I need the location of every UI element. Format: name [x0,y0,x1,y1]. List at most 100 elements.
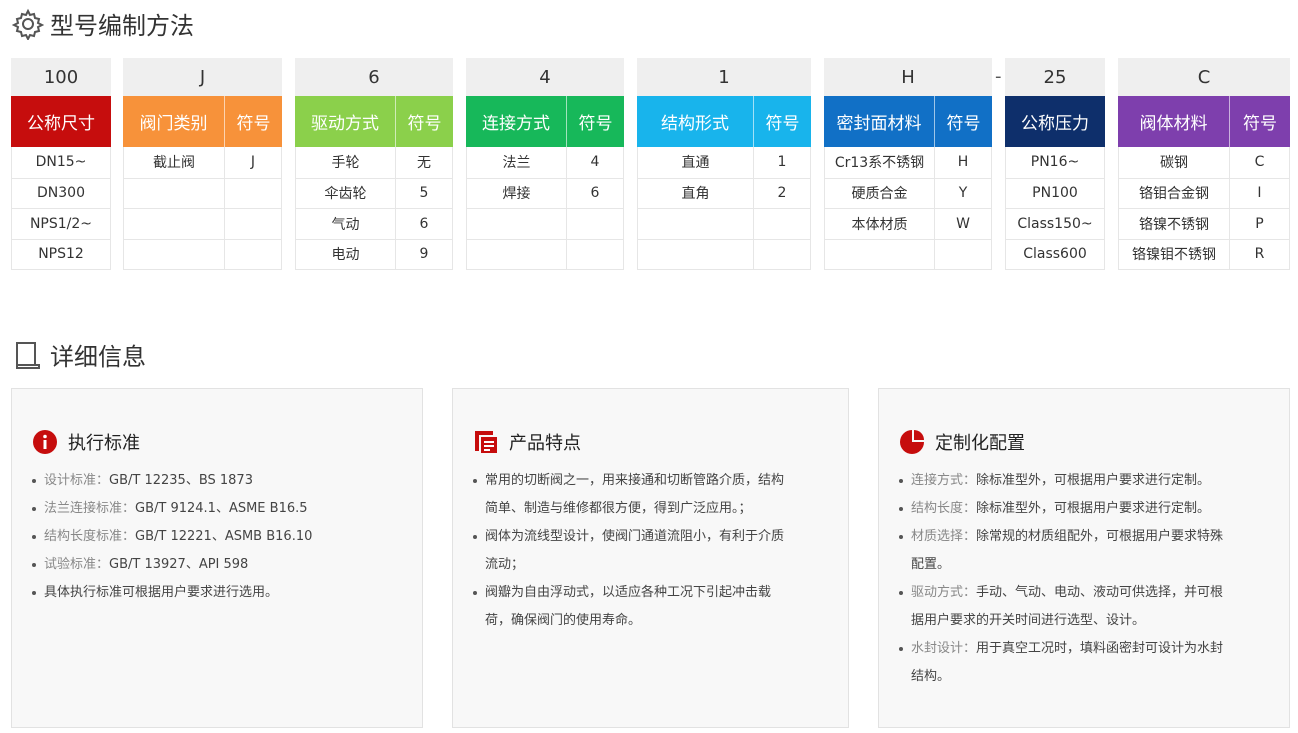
option-cell: 法兰 [502,155,531,172]
symbol-header: 符号 [753,96,811,147]
table-row: DN15~ [12,147,110,178]
section-heading: 型号编制方法 [50,12,194,40]
column-header-row: 公称压力 [1005,96,1105,147]
table-row: 焊接 6 [467,177,623,208]
option-cell: 焊接 [502,186,531,203]
table-row: 伞齿轮 5 [296,177,452,208]
list-item: 常用的切断阀之一，用来接通和切断管路介质，结构 [473,467,784,495]
symbol-cell: 5 [395,178,452,208]
symbol-header: 符号 [566,96,624,147]
list-item: 试验标准：GB/T 13927、API 598 [32,551,312,579]
list-item: 驱动方式：手动、气动、电动、液动可供选择，并可根 [899,579,1223,607]
column-header: 阀门类别 [123,96,224,147]
option-cell: 气动 [331,216,360,233]
symbol-header: 符号 [934,96,992,147]
table-row: DN300 [12,177,110,209]
table-row: 电动 9 [296,238,452,269]
symbol-cell [566,239,623,269]
symbol-cell: 2 [753,178,810,208]
table-row: 直角 2 [638,177,810,208]
option-cell [124,179,224,209]
table-row: 铬镍不锈钢 P [1119,208,1289,239]
item-text: 阀体为流线型设计，使阀门通道流阻小，有利于介质 [485,529,785,544]
card-title-text: 执行标准 [68,433,140,454]
symbol-cell: 6 [395,209,452,239]
option-cell [638,240,753,270]
option-cell: 截止阀 [153,155,195,172]
option-cell: NPS12 [38,246,84,263]
item-text: 据用户要求的开关时间进行选型、设计。 [911,613,1146,628]
table-row: PN16~ [1006,147,1104,178]
option-cell [124,209,224,239]
symbol-cell [753,239,810,269]
column-header: 公称压力 [1005,96,1105,147]
table-row: 截止阀 J [124,147,281,178]
list-item: 荷，确保阀门的使用寿命。 [473,607,784,635]
code-block: J 阀门类别 符号 截止阀 J [123,58,282,270]
option-cell: PN16~ [1030,154,1080,171]
item-text: 流动； [485,557,525,572]
card-title: 产品特点 [473,429,581,455]
card-title: 执行标准 [32,429,140,455]
card-list: 设计标准：GB/T 12235、BS 1873 法兰连接标准：GB/T 9124.… [32,467,312,607]
list-item: 配置。 [899,551,1223,579]
column-header-row: 阀门类别 符号 [123,96,282,147]
option-cell: 铬钼合金钢 [1139,186,1209,203]
code-rows: PN16~ PN100 Class150~ Class600 [1005,147,1105,270]
table-row: Class600 [1006,238,1104,270]
item-text: 简单、制造与维修都很方便，得到广泛应用。； [485,501,752,516]
symbol-cell [224,178,281,208]
list-item: 流动； [473,551,784,579]
list-item: 结构。 [899,663,1223,691]
symbol-cell: 9 [395,239,452,269]
table-row [638,238,810,270]
symbol-header: 符号 [1229,96,1290,147]
code-block: 6 驱动方式 符号 手轮无伞齿轮 5 气动 6 电动 9 [295,58,453,270]
option-cell: PN100 [1032,185,1078,202]
option-cell: Cr13系不锈钢 [834,155,925,172]
option-cell: 手轮 [331,155,360,172]
code-separator: - [995,66,1002,87]
symbol-header: 符号 [224,96,282,147]
section-heading: 详细信息 [50,343,146,371]
symbol-header: 符号 [395,96,453,147]
column-header: 结构形式 [637,96,753,147]
code-rows: 碳钢 C 铬钼合金钢 I 铬镍不锈钢 P 铬镍钼不锈钢 R [1118,147,1290,270]
code-value: 1 [637,58,811,96]
table-row: 铬镍钼不锈钢 R [1119,238,1289,269]
column-header-row: 连接方式 符号 [466,96,624,147]
card-title-text: 产品特点 [509,433,581,454]
table-row [124,238,281,270]
list-item: 结构长度标准：GB/T 12221、ASMB B16.10 [32,523,312,551]
code-value: H [824,58,992,96]
card-title: 定制化配置 [899,429,1025,455]
item-text: GB/T 12221、ASMB B16.10 [135,529,313,544]
table-row: Class150~ [1006,208,1104,239]
model-coding-title: 型号编制方法 [11,6,194,41]
item-text: GB/T 12235、BS 1873 [109,473,253,488]
option-cell [124,240,224,270]
item-text: 除标准型外，可根据用户要求进行定制。 [976,473,1211,488]
symbol-cell [934,239,991,269]
column-header-row: 密封面材料 符号 [824,96,992,147]
table-row: NPS1/2~ [12,208,110,239]
column-header: 连接方式 [466,96,566,147]
symbol-cell: 6 [566,178,623,208]
table-row: NPS12 [12,238,110,270]
option-cell: 直通 [681,155,710,172]
list-item: 水封设计：用于真空工况时，填料函密封可设计为水封 [899,635,1223,663]
symbol-cell: P [1229,209,1289,239]
symbol-cell: I [1229,178,1289,208]
code-value: 100 [11,58,111,96]
symbol-cell: 1 [753,147,810,178]
symbol-cell: 无 [395,147,452,178]
item-text: 常用的切断阀之一，用来接通和切断管路介质，结构 [485,473,785,488]
item-text: 手动、气动、电动、液动可供选择，并可根 [976,585,1224,600]
list-item: 阀体为流线型设计，使阀门通道流阻小，有利于介质 [473,523,784,551]
table-row: 本体材质 W [825,208,991,239]
option-cell: DN15~ [35,154,87,171]
card-list: 连接方式：除标准型外，可根据用户要求进行定制。 结构长度：除标准型外，可根据用户要… [899,467,1223,691]
item-label: 试验标准： [44,557,110,572]
column-header: 阀体材料 [1118,96,1229,147]
symbol-cell [753,209,810,239]
